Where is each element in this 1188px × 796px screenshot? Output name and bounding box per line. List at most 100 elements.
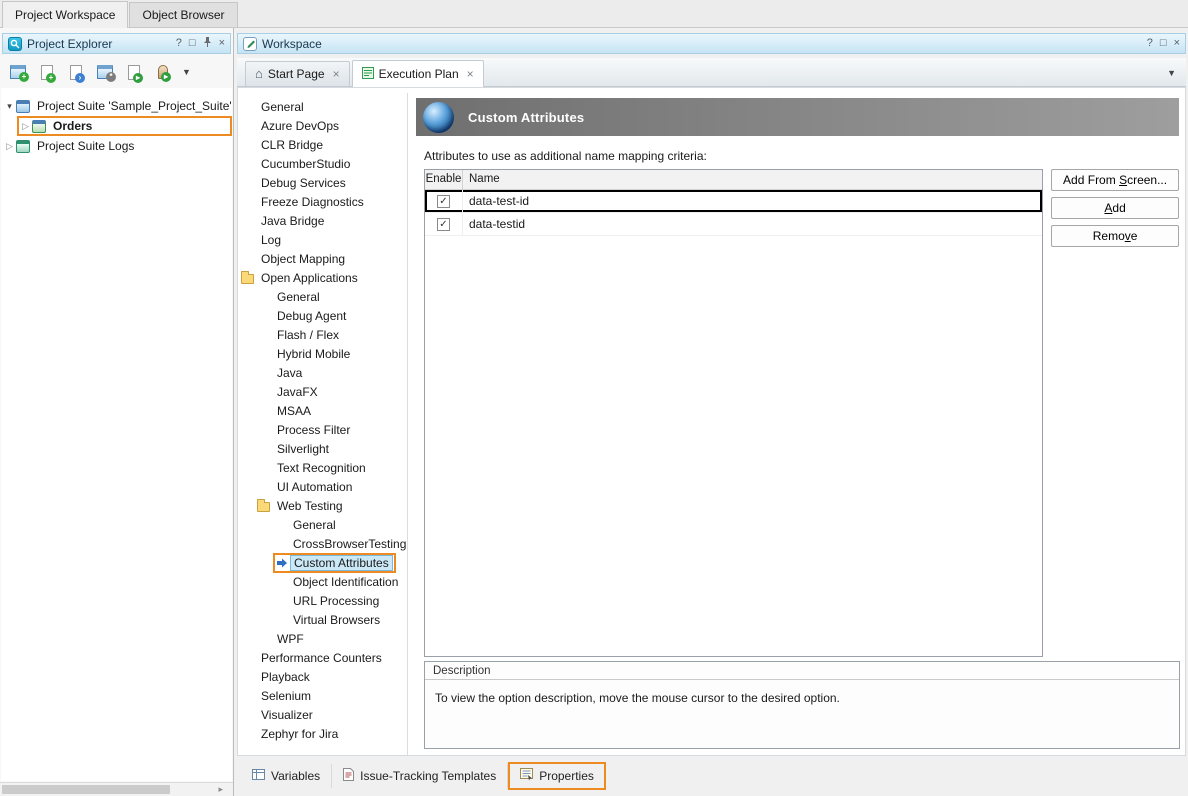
list-header: Enable Name — [425, 170, 1042, 190]
options-item-general[interactable]: General — [238, 287, 407, 306]
options-item-zephyr-for-jira[interactable]: Zephyr for Jira — [238, 724, 407, 743]
project-suite-icon — [16, 100, 30, 113]
main-tab-object-browser[interactable]: Object Browser — [129, 2, 237, 27]
folder-icon — [241, 274, 254, 284]
bottom-tab-properties[interactable]: Properties — [508, 762, 606, 790]
toolbar-dropdown-caret-icon[interactable]: ▼ — [182, 67, 191, 77]
options-item-process-filter[interactable]: Process Filter — [238, 420, 407, 439]
options-item-label: Web Testing — [273, 498, 347, 514]
auto-hide-pin-icon[interactable] — [203, 37, 212, 50]
options-item-label: Java — [273, 365, 306, 381]
help-icon[interactable]: ? — [1147, 38, 1153, 49]
tab-list-dropdown-icon[interactable]: ▼ — [1167, 68, 1176, 78]
options-item-playback[interactable]: Playback — [238, 667, 407, 686]
record-test-icon[interactable]: * — [93, 60, 117, 84]
close-icon[interactable]: × — [1174, 38, 1180, 49]
horizontal-scrollbar[interactable]: ▸ — [0, 782, 233, 796]
enable-checkbox[interactable]: ✓ — [437, 195, 450, 208]
new-project-suite-icon[interactable]: + — [6, 60, 30, 84]
options-item-javafx[interactable]: JavaFX — [238, 382, 407, 401]
add-existing-item-icon[interactable]: › — [64, 60, 88, 84]
options-item-azure-devops[interactable]: Azure DevOps — [238, 116, 407, 135]
options-item-java[interactable]: Java — [238, 363, 407, 382]
run-project-suite-icon[interactable]: ▸ — [122, 60, 146, 84]
enable-checkbox[interactable]: ✓ — [437, 218, 450, 231]
logs-icon — [16, 140, 30, 153]
options-item-debug-services[interactable]: Debug Services — [238, 173, 407, 192]
bottom-tab-issue-tracking-templates[interactable]: Issue-Tracking Templates — [332, 763, 508, 789]
options-item-general[interactable]: General — [238, 97, 407, 116]
action-buttons: Add From Screen... Add Remove — [1051, 169, 1179, 657]
add-from-screen-button[interactable]: Add From Screen... — [1051, 169, 1179, 191]
options-item-object-mapping[interactable]: Object Mapping — [238, 249, 407, 268]
options-item-clr-bridge[interactable]: CLR Bridge — [238, 135, 407, 154]
page-glyph: ▸ — [128, 65, 140, 80]
options-item-label: Freeze Diagnostics — [257, 194, 368, 210]
options-item-object-identification[interactable]: Object Identification — [238, 572, 407, 591]
options-item-label: CrossBrowserTesting — [289, 536, 408, 552]
options-item-msaa[interactable]: MSAA — [238, 401, 407, 420]
tree-item-project-suite-sample-project-suite-1-p[interactable]: ▾Project Suite 'Sample_Project_Suite' (1… — [3, 96, 232, 116]
options-item-wpf[interactable]: WPF — [238, 629, 407, 648]
help-icon[interactable]: ? — [176, 38, 182, 49]
options-item-label: CLR Bridge — [257, 137, 327, 153]
expanded-caret-icon[interactable]: ▾ — [3, 101, 16, 112]
options-item-label: Performance Counters — [257, 650, 386, 666]
column-header-enable[interactable]: Enable — [425, 170, 463, 189]
float-icon[interactable]: □ — [1160, 38, 1167, 49]
tree-item-project-suite-logs[interactable]: ▷Project Suite Logs — [3, 136, 232, 156]
bottom-tab-label: Variables — [271, 769, 320, 783]
tab-close-icon[interactable]: × — [467, 67, 474, 81]
collapsed-caret-icon[interactable]: ▷ — [19, 121, 32, 132]
options-item-log[interactable]: Log — [238, 230, 407, 249]
scrollbar-right-arrow-icon[interactable]: ▸ — [218, 784, 223, 795]
attribute-row[interactable]: ✓ data-testid — [425, 213, 1042, 236]
panel-header-buttons: ? □ × — [176, 37, 225, 50]
tab-start-page[interactable]: ⌂Start Page× — [245, 61, 350, 86]
options-item-ui-automation[interactable]: UI Automation — [238, 477, 407, 496]
options-item-open-applications[interactable]: Open Applications — [238, 268, 407, 287]
close-icon[interactable]: × — [219, 38, 225, 49]
project-explorer-panel: Project Explorer ?□× ++›*▸▸▼ ▾Project Su… — [0, 28, 234, 796]
collapsed-caret-icon[interactable]: ▷ — [3, 141, 16, 152]
options-item-selenium[interactable]: Selenium — [238, 686, 407, 705]
folder-icon — [257, 502, 270, 512]
options-item-virtual-browsers[interactable]: Virtual Browsers — [238, 610, 407, 629]
plus-badge-icon: + — [46, 73, 56, 83]
options-item-crossbrowsertesting[interactable]: CrossBrowserTesting — [238, 534, 407, 553]
scrollbar-thumb[interactable] — [2, 785, 170, 794]
options-item-flash-flex[interactable]: Flash / Flex — [238, 325, 407, 344]
options-item-silverlight[interactable]: Silverlight — [238, 439, 407, 458]
bottom-tab-variables[interactable]: Variables — [241, 764, 332, 788]
attribute-row[interactable]: ✓data-test-id — [425, 190, 1042, 213]
issue-tracking-icon — [343, 768, 354, 784]
document-tab-bar: ⌂Start Page×Execution Plan× ▼ — [237, 58, 1186, 87]
column-header-name[interactable]: Name — [463, 170, 1042, 189]
options-item-url-processing[interactable]: URL Processing — [238, 591, 407, 610]
options-item-text-recognition[interactable]: Text Recognition — [238, 458, 407, 477]
options-item-debug-agent[interactable]: Debug Agent — [238, 306, 407, 325]
options-item-web-testing[interactable]: Web Testing — [238, 496, 407, 515]
new-project-icon[interactable]: + — [35, 60, 59, 84]
tree-item-orders[interactable]: ▷Orders — [17, 116, 232, 136]
tab-close-icon[interactable]: × — [333, 67, 340, 81]
options-item-hybrid-mobile[interactable]: Hybrid Mobile — [238, 344, 407, 363]
run-project-icon[interactable]: ▸ — [151, 60, 175, 84]
options-item-general[interactable]: General — [238, 515, 407, 534]
remove-button[interactable]: Remove — [1051, 225, 1179, 247]
enable-cell: ✓ — [425, 213, 463, 235]
options-item-visualizer[interactable]: Visualizer — [238, 705, 407, 724]
options-item-label: Custom Attributes — [290, 555, 393, 571]
add-button[interactable]: Add — [1051, 197, 1179, 219]
options-item-java-bridge[interactable]: Java Bridge — [238, 211, 407, 230]
tab-execution-plan[interactable]: Execution Plan× — [352, 60, 484, 87]
project-explorer-header: Project Explorer ?□× — [2, 33, 231, 54]
options-item-performance-counters[interactable]: Performance Counters — [238, 648, 407, 667]
float-icon[interactable]: □ — [189, 38, 196, 49]
options-item-freeze-diagnostics[interactable]: Freeze Diagnostics — [238, 192, 407, 211]
options-item-custom-attributes[interactable]: Custom Attributes — [238, 553, 407, 572]
main-tab-project-workspace[interactable]: Project Workspace — [2, 1, 128, 28]
button-label: e — [1131, 229, 1138, 243]
options-item-cucumberstudio[interactable]: CucumberStudio — [238, 154, 407, 173]
attribute-name-cell: data-testid — [463, 213, 1042, 235]
